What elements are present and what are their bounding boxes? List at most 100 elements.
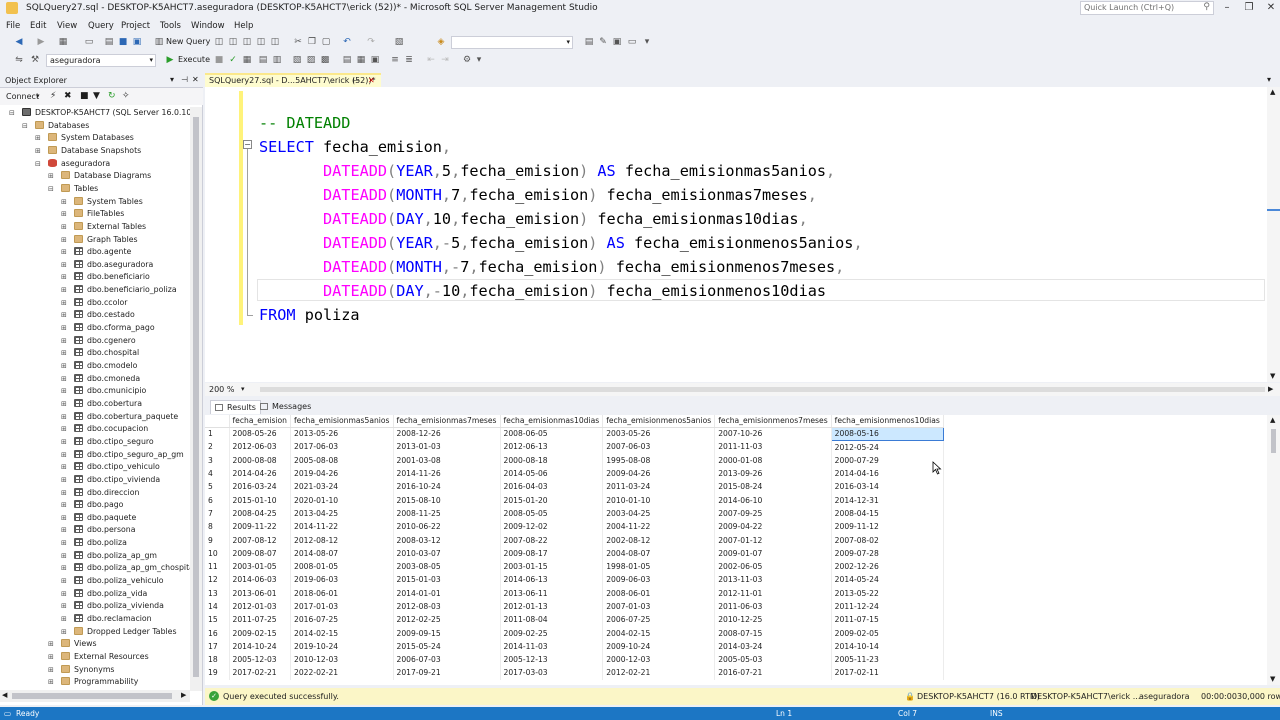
grid-cell[interactable]: 2009-04-26 bbox=[602, 466, 716, 481]
menu-help[interactable]: Help bbox=[234, 19, 253, 31]
change-connection-icon[interactable]: ⚒ bbox=[30, 55, 40, 65]
scroll-up-icon[interactable]: ▲ bbox=[1270, 416, 1275, 424]
grid-cell[interactable]: 2011-11-03 bbox=[714, 440, 832, 454]
grid-cell[interactable]: 2008-05-26 bbox=[229, 427, 291, 441]
grid-cell[interactable]: 2007-01-12 bbox=[714, 533, 832, 547]
grid-cell[interactable]: 2010-01-10 bbox=[602, 493, 716, 507]
grid-cell[interactable]: 2003-08-05 bbox=[393, 559, 501, 574]
expand-icon[interactable]: ⊞ bbox=[61, 423, 69, 433]
grid-cell[interactable]: 2011-08-04 bbox=[500, 613, 604, 627]
grid-cell[interactable]: 2003-01-15 bbox=[500, 559, 604, 574]
grid-cell[interactable]: 2016-10-24 bbox=[393, 480, 501, 494]
back-icon[interactable]: ◀ bbox=[14, 37, 24, 47]
grid-cell[interactable]: 2013-01-03 bbox=[393, 440, 501, 454]
grid-cell[interactable]: 2019-04-26 bbox=[290, 466, 394, 481]
tree-node[interactable]: ⊞ dbo.pago bbox=[61, 499, 123, 511]
tree-node[interactable]: ⊞ dbo.poliza_ap_gm bbox=[61, 550, 157, 562]
collapse-icon[interactable]: ⊟ bbox=[48, 183, 56, 193]
available-databases-combo[interactable]: aseguradora ▾ bbox=[46, 54, 156, 67]
grid-cell[interactable]: 2015-01-03 bbox=[393, 573, 501, 587]
grid-cell[interactable]: 2011-07-25 bbox=[229, 613, 291, 627]
grid-cell[interactable]: 2014-06-10 bbox=[714, 493, 832, 507]
expand-icon[interactable]: ⊞ bbox=[61, 259, 69, 269]
column-header[interactable]: fecha_emisionmas7meses bbox=[393, 415, 501, 428]
expand-icon[interactable]: ⊞ bbox=[48, 170, 56, 180]
results-grid[interactable]: fecha_emision fecha_emisionmas5anios fecha… bbox=[205, 415, 1267, 685]
grid-cell[interactable]: 2011-03-24 bbox=[602, 480, 716, 494]
row-number[interactable]: 8 bbox=[205, 520, 230, 534]
grid-cell[interactable]: 2010-06-22 bbox=[393, 520, 501, 534]
expand-icon[interactable]: ⊞ bbox=[48, 651, 56, 661]
grid-cell[interactable]: 2007-08-22 bbox=[500, 533, 604, 547]
grid-cell[interactable]: 2019-10-24 bbox=[290, 639, 394, 654]
activity-monitor-icon[interactable]: ✧ bbox=[122, 91, 130, 101]
scroll-down-icon[interactable]: ▼ bbox=[1270, 372, 1275, 380]
parse-icon[interactable]: ✓ bbox=[228, 55, 238, 65]
expand-icon[interactable]: ⊞ bbox=[61, 411, 69, 421]
grid-cell[interactable]: 2009-08-17 bbox=[500, 546, 604, 560]
results-to-grid-icon[interactable]: ▦ bbox=[356, 55, 366, 65]
grid-cell[interactable]: 2007-08-02 bbox=[831, 533, 944, 547]
grid-cell[interactable]: 2017-09-21 bbox=[393, 666, 501, 680]
grid-cell[interactable]: 2002-08-12 bbox=[602, 533, 716, 547]
find-icon[interactable]: ◈ bbox=[436, 37, 446, 47]
grid-cell[interactable]: 2017-03-03 bbox=[500, 666, 604, 680]
xmla-query-icon[interactable]: ◫ bbox=[256, 37, 266, 47]
grid-cell[interactable]: 2008-11-25 bbox=[393, 506, 501, 521]
grid-cell[interactable]: 2008-05-16 bbox=[830, 426, 944, 441]
scroll-right-icon[interactable]: ▶ bbox=[181, 691, 186, 699]
tree-node[interactable]: ⊞ dbo.cmoneda bbox=[61, 373, 140, 385]
grid-cell[interactable]: 2015-01-10 bbox=[229, 493, 291, 507]
grid-cell[interactable]: 2009-01-07 bbox=[714, 546, 832, 560]
cut-icon[interactable]: ✂ bbox=[293, 37, 303, 47]
grid-cell[interactable]: 2008-06-05 bbox=[500, 427, 604, 441]
expand-icon[interactable]: ⊞ bbox=[61, 322, 69, 332]
tree-node[interactable]: ⊞ FileTables bbox=[61, 208, 124, 220]
grid-cell[interactable]: 2009-02-05 bbox=[831, 626, 944, 640]
tree-node[interactable]: ⊞ dbo.ctipo_vehiculo bbox=[61, 461, 160, 473]
grid-cell[interactable]: 2013-09-26 bbox=[714, 466, 832, 481]
disconnect-icon[interactable]: ✖ bbox=[64, 91, 72, 101]
grid-cell[interactable]: 2017-06-03 bbox=[290, 440, 394, 454]
chevron-down-icon[interactable]: ▾ bbox=[36, 92, 40, 100]
grid-cell[interactable]: 2012-01-13 bbox=[500, 599, 604, 614]
results-to-file-icon[interactable]: ▣ bbox=[370, 55, 380, 65]
copy-icon[interactable]: ❐ bbox=[307, 37, 317, 47]
include-plan-icon[interactable]: ▧ bbox=[292, 55, 302, 65]
toolbar-options-icon[interactable]: ▾ bbox=[474, 55, 484, 65]
client-stats-icon[interactable]: ▩ bbox=[320, 55, 330, 65]
grid-cell[interactable]: 2008-06-01 bbox=[602, 586, 716, 600]
grid-cell[interactable]: 2014-02-15 bbox=[290, 626, 394, 640]
save-icon[interactable]: ■ bbox=[118, 37, 128, 47]
menu-file[interactable]: File bbox=[6, 19, 20, 31]
expand-icon[interactable]: ⊞ bbox=[61, 309, 69, 319]
row-number[interactable]: 10 bbox=[205, 546, 230, 560]
scroll-left-icon[interactable]: ◀ bbox=[2, 691, 7, 699]
menu-tools[interactable]: Tools bbox=[160, 19, 181, 31]
grid-cell[interactable]: 2013-04-25 bbox=[290, 506, 394, 521]
grid-cell[interactable]: 2009-09-15 bbox=[393, 626, 501, 640]
tree-node[interactable]: ⊟ Databases bbox=[22, 120, 89, 132]
grid-cell[interactable]: 2009-11-12 bbox=[831, 520, 944, 534]
tree-node[interactable]: ⊟ DESKTOP-K5AHCT7 (SQL Server 16.0.1000.6… bbox=[9, 107, 190, 119]
expand-icon[interactable]: ⊞ bbox=[61, 512, 69, 522]
grid-cell[interactable]: 1998-01-05 bbox=[602, 559, 716, 574]
grid-cell[interactable]: 2012-02-25 bbox=[393, 613, 501, 627]
tree-node[interactable]: ⊞ dbo.chospital bbox=[61, 347, 139, 359]
row-number[interactable]: 7 bbox=[205, 506, 230, 521]
grid-cell[interactable]: 2016-07-21 bbox=[714, 666, 832, 680]
grid-cell[interactable]: 2004-02-15 bbox=[602, 626, 716, 640]
dmx-query-icon[interactable]: ◫ bbox=[242, 37, 252, 47]
solution-config-combo[interactable]: ▾ bbox=[451, 36, 573, 49]
row-number[interactable]: 3 bbox=[205, 453, 230, 467]
grid-cell[interactable]: 2012-08-12 bbox=[290, 533, 394, 547]
quick-launch-input[interactable]: Quick Launch (Ctrl+Q) ⚲ bbox=[1080, 1, 1214, 15]
tree-node[interactable]: ⊞ dbo.poliza_vida bbox=[61, 588, 147, 600]
row-number[interactable]: 6 bbox=[205, 493, 230, 507]
grid-cell[interactable]: 2010-12-03 bbox=[290, 653, 394, 667]
tree-node[interactable]: ⊞ dbo.cgenero bbox=[61, 335, 136, 347]
new-project-icon[interactable]: ▦ bbox=[58, 37, 68, 47]
grid-cell[interactable]: 2010-12-25 bbox=[714, 613, 832, 627]
grid-cell[interactable]: 2022-02-21 bbox=[290, 666, 394, 680]
expand-icon[interactable]: ⊞ bbox=[61, 347, 69, 357]
